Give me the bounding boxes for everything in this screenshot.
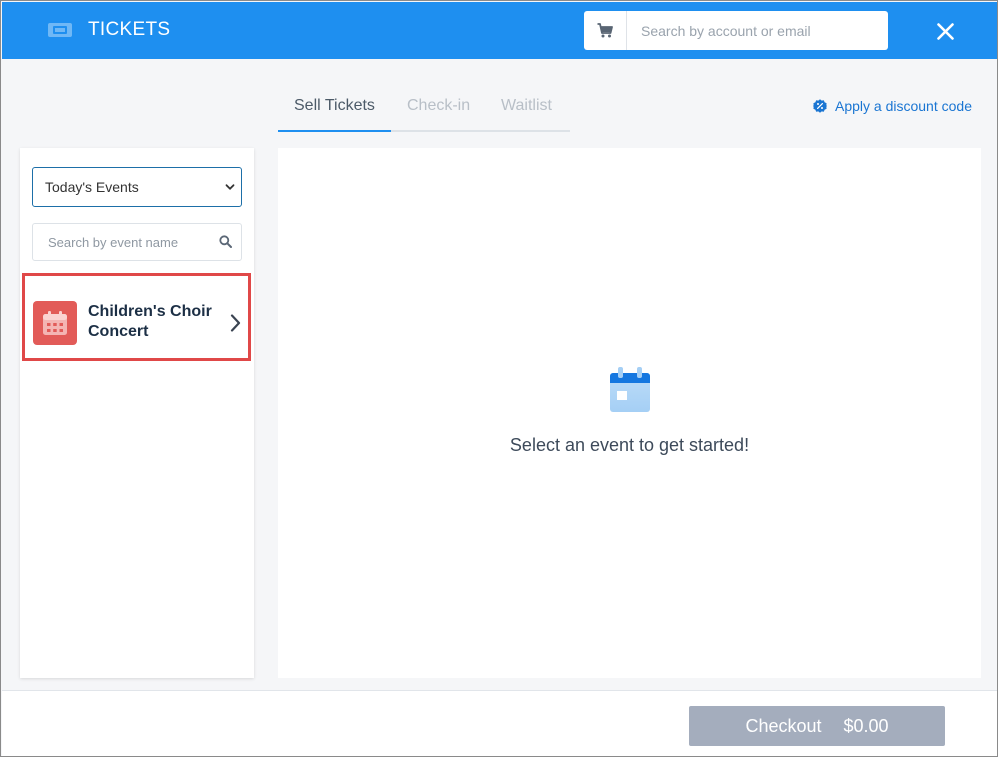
calendar-icon — [43, 311, 67, 335]
tab-check-in[interactable]: Check-in — [407, 97, 470, 115]
header-bar: TICKETS — [2, 2, 997, 59]
cart-button[interactable] — [584, 11, 627, 50]
main-panel: Select an event to get started! — [278, 148, 981, 678]
discount-label: Apply a discount code — [835, 98, 972, 114]
discount-icon — [813, 99, 827, 113]
event-filter-select[interactable]: Today's Events — [32, 167, 242, 207]
checkout-total: $0.00 — [843, 715, 889, 736]
calendar-icon — [610, 367, 650, 412]
checkout-button[interactable]: Checkout $0.00 — [689, 706, 945, 746]
event-filter-value: Today's Events — [45, 179, 139, 195]
event-name: Children's Choir Concert — [88, 303, 212, 340]
ticket-icon — [47, 21, 73, 39]
event-item-childrens-choir-concert[interactable]: Children's Choir Concert — [22, 273, 251, 361]
tab-waitlist[interactable]: Waitlist — [501, 97, 552, 115]
tab-bar: Sell Tickets Check-in Waitlist — [278, 87, 570, 132]
checkout-label: Checkout — [745, 715, 822, 736]
account-search-box — [584, 11, 888, 50]
page-title: TICKETS — [88, 19, 171, 40]
event-search-box — [32, 223, 242, 261]
chevron-down-icon — [225, 184, 235, 190]
active-tab-indicator — [278, 130, 391, 132]
event-search-input[interactable] — [33, 224, 213, 260]
account-search-input[interactable] — [628, 11, 886, 50]
apply-discount-link[interactable]: Apply a discount code — [813, 98, 972, 114]
footer-bar: Checkout $0.00 — [2, 690, 997, 756]
cart-icon — [597, 23, 613, 38]
tab-sell-tickets[interactable]: Sell Tickets — [294, 97, 375, 115]
event-tile — [33, 301, 77, 345]
event-sidebar: Today's Events Search by event name Chil… — [20, 148, 254, 678]
close-button[interactable] — [930, 16, 960, 46]
empty-state-message: Select an event to get started! — [509, 435, 750, 455]
chevron-right-icon — [230, 314, 241, 332]
tickets-modal: TICKETS Sell Tickets Check-in Waitlist — [0, 0, 998, 757]
close-icon — [936, 22, 954, 40]
search-icon — [219, 235, 232, 248]
